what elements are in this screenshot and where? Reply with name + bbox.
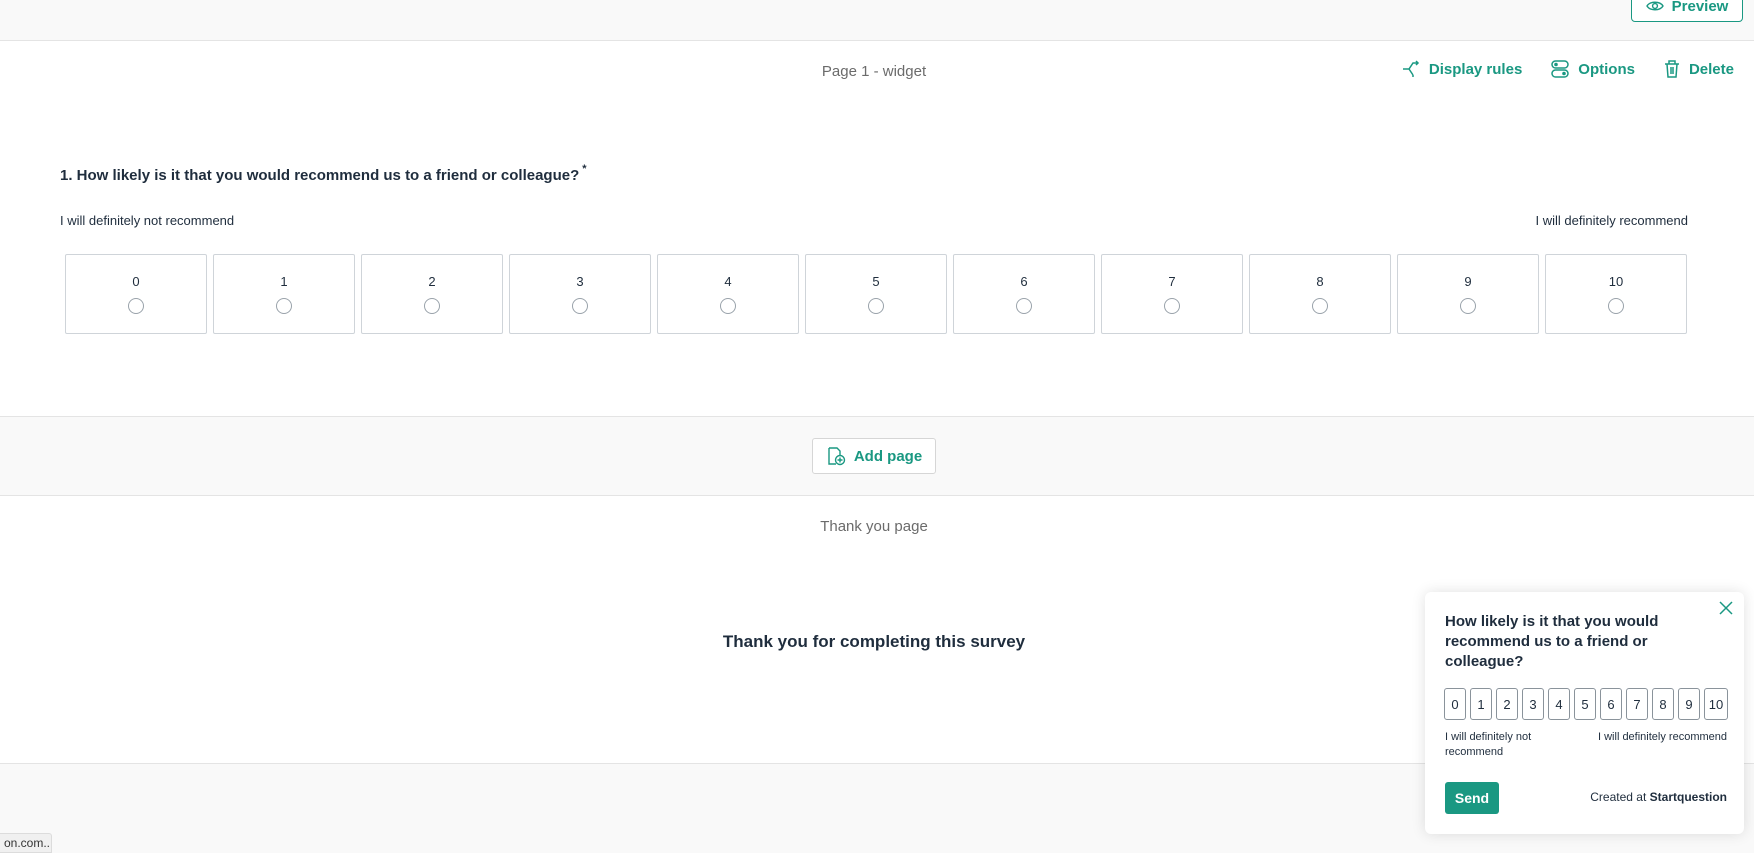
nps-option-value: 8 [1316,274,1324,289]
eye-icon [1645,1,1664,11]
question-title: 1. How likely is it that you would recom… [60,163,587,184]
nps-option[interactable]: 5 [805,254,947,334]
widget-nps-option[interactable]: 4 [1548,688,1570,720]
trash-icon [1664,60,1679,78]
radio-button[interactable] [1460,298,1476,314]
widget-nps-scale: 0 1 2 3 4 5 6 7 8 9 10 [1444,688,1728,720]
thank-you-page-title: Thank you page [820,518,928,535]
widget-nps-option[interactable]: 8 [1652,688,1674,720]
options-label: Options [1578,60,1635,78]
credit-prefix: Created at [1590,790,1647,804]
widget-question: How likely is it that you would recommen… [1445,613,1659,670]
nps-option-value: 6 [1020,274,1028,289]
nps-option[interactable]: 8 [1249,254,1391,334]
add-page-bar: Add page [0,417,1754,496]
widget-low-label: I will definitely not recommend [1445,731,1532,758]
display-rules-button[interactable]: Display rules [1401,59,1522,79]
close-icon[interactable] [1718,600,1734,616]
credit-brand[interactable]: Startquestion [1650,790,1727,804]
branch-icon [1402,60,1419,77]
nps-option[interactable]: 0 [65,254,207,334]
top-bar: Preview [0,0,1754,41]
delete-button[interactable]: Delete [1663,59,1734,79]
radio-button[interactable] [424,298,440,314]
nps-option[interactable]: 7 [1101,254,1243,334]
widget-nps-option[interactable]: 2 [1496,688,1518,720]
nps-option[interactable]: 2 [361,254,503,334]
required-marker: * [582,163,587,175]
scale-low-label: I will definitely not recommend [60,213,235,228]
nps-option-value: 10 [1608,274,1624,289]
nps-option[interactable]: 6 [953,254,1095,334]
widget-high-label: I will definitely recommend [1598,731,1727,743]
nps-option[interactable]: 1 [213,254,355,334]
nps-option-value: 1 [280,274,288,289]
status-bar-url: on.com... [0,833,52,853]
radio-button[interactable] [276,298,292,314]
toggle-options-icon [1551,60,1570,78]
nps-option-value: 5 [872,274,880,289]
display-rules-label: Display rules [1428,60,1523,78]
nps-option[interactable]: 4 [657,254,799,334]
widget-nps-option[interactable]: 5 [1574,688,1596,720]
radio-button[interactable] [1164,298,1180,314]
radio-button[interactable] [868,298,884,314]
radio-button[interactable] [128,298,144,314]
nps-option-value: 9 [1464,274,1472,289]
send-button[interactable]: Send [1445,782,1499,814]
nps-option-value: 7 [1168,274,1176,289]
radio-button[interactable] [1608,298,1624,314]
page-actions: Display rules Options Delete [1401,59,1734,79]
nps-option[interactable]: 10 [1545,254,1687,334]
widget-nps-option[interactable]: 9 [1678,688,1700,720]
add-page-label: Add page [853,447,923,465]
scale-high-label: I will definitely recommend [1535,213,1688,228]
nps-option-value: 2 [428,274,436,289]
question-text: 1. How likely is it that you would recom… [60,167,580,184]
nps-option-value: 0 [132,274,140,289]
widget-nps-option[interactable]: 6 [1600,688,1622,720]
add-page-icon [828,447,846,466]
preview-label: Preview [1671,0,1729,15]
radio-button[interactable] [572,298,588,314]
nps-option[interactable]: 3 [509,254,651,334]
nps-option-value: 4 [724,274,732,289]
widget-nps-option[interactable]: 3 [1522,688,1544,720]
survey-page-card: Page 1 - widget Display rules Options De [0,41,1754,417]
radio-button[interactable] [1016,298,1032,314]
preview-button[interactable]: Preview [1631,0,1743,22]
survey-widget-preview: How likely is it that you would recommen… [1425,592,1744,834]
widget-nps-option[interactable]: 7 [1626,688,1648,720]
nps-scale: 0 1 2 3 4 5 6 7 8 9 10 [65,254,1687,334]
radio-button[interactable] [1312,298,1328,314]
widget-credit: Created at Startquestion [1590,790,1727,804]
radio-button[interactable] [720,298,736,314]
add-page-button[interactable]: Add page [812,438,936,474]
delete-label: Delete [1688,60,1734,78]
widget-nps-option[interactable]: 1 [1470,688,1492,720]
nps-option-value: 3 [576,274,584,289]
options-button[interactable]: Options [1550,59,1635,79]
widget-nps-option[interactable]: 10 [1704,688,1728,720]
nps-option[interactable]: 9 [1397,254,1539,334]
widget-nps-option[interactable]: 0 [1444,688,1466,720]
